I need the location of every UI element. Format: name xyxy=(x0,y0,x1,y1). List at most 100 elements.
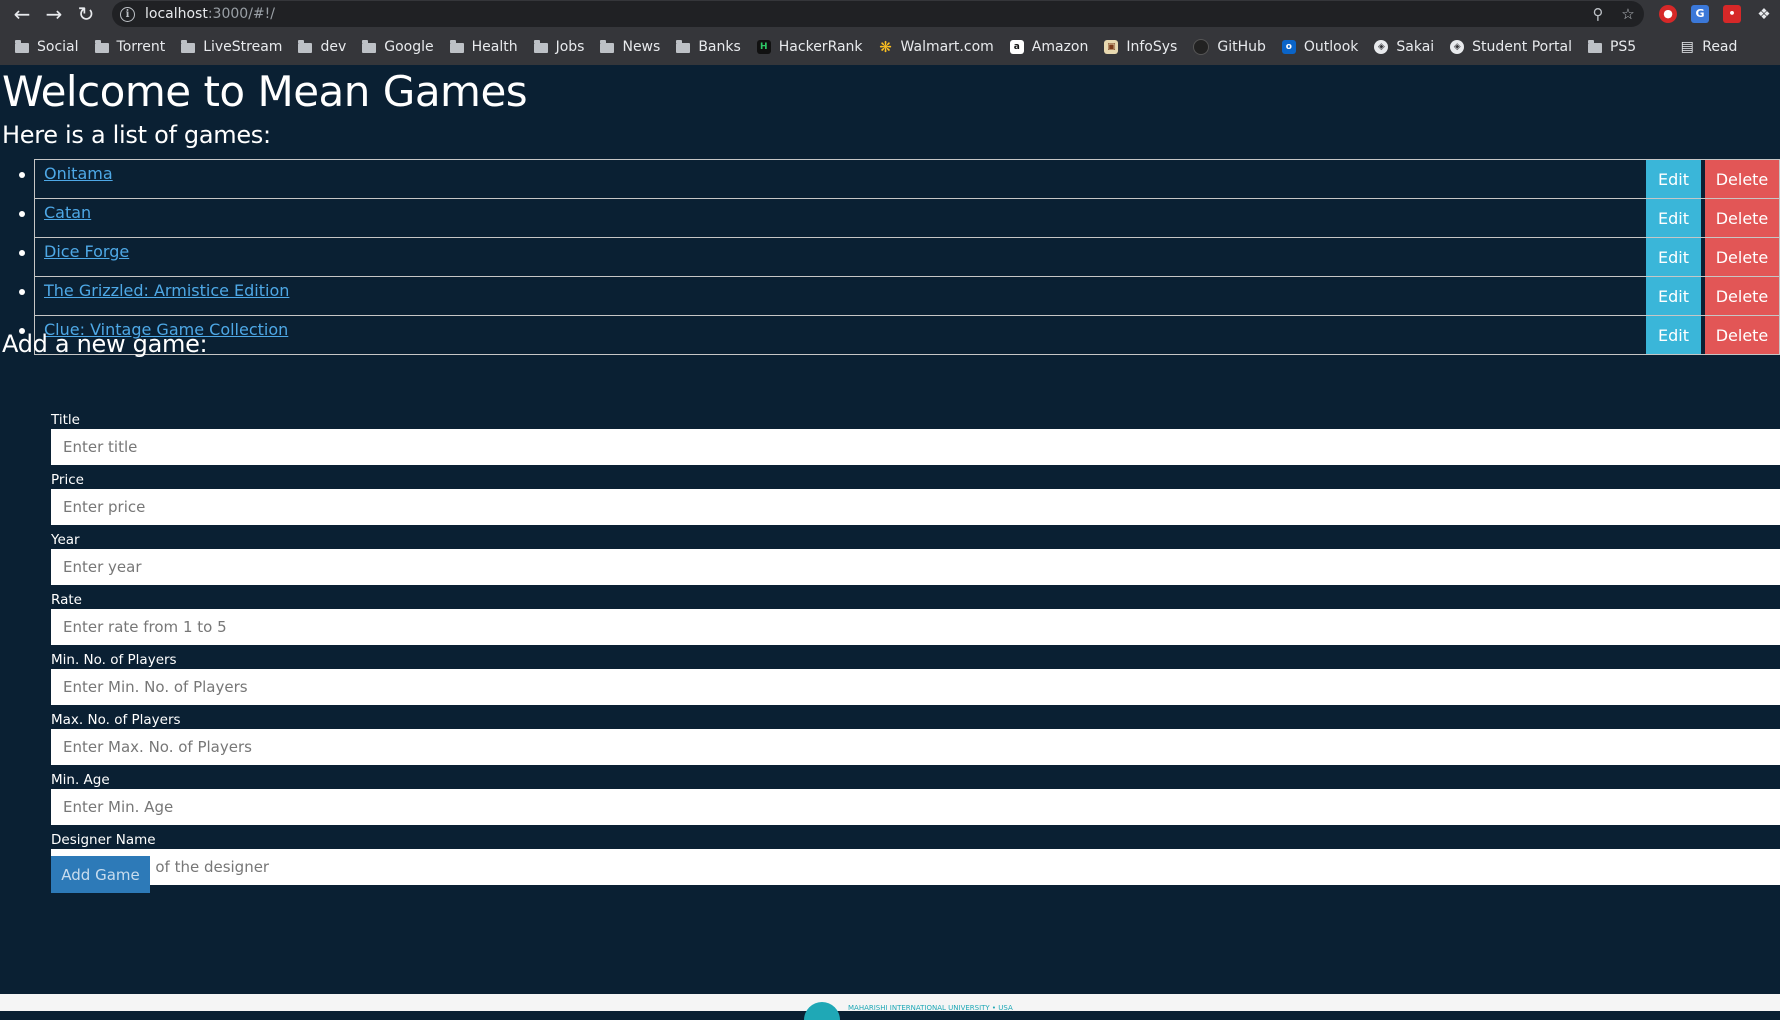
add-game-button[interactable]: Add Game xyxy=(51,856,150,893)
url-text[interactable]: localhost:3000/#!/ xyxy=(145,6,275,22)
rate-input[interactable] xyxy=(51,609,1780,645)
games-list-heading: Here is a list of games: xyxy=(2,121,271,149)
university-logo-icon xyxy=(804,1002,840,1020)
bookmark-torrent[interactable]: Torrent xyxy=(94,39,165,55)
bookmark-label: News xyxy=(622,38,661,55)
reading-list-icon: ▤ xyxy=(1680,38,1694,55)
field-label: Year xyxy=(51,532,80,548)
url-path: :3000/#!/ xyxy=(207,6,275,22)
bullet xyxy=(19,211,25,217)
bookmark-label: Amazon xyxy=(1031,38,1089,55)
delete-button[interactable]: Delete xyxy=(1705,277,1779,315)
zoom-icon[interactable]: ⚲ xyxy=(1588,4,1608,24)
add-game-heading: Add a new game: xyxy=(2,330,208,358)
folder-icon xyxy=(362,39,377,53)
bookmarks-bar: Social Torrent LiveStream dev Google Hea… xyxy=(0,28,1780,65)
bookmark-banks[interactable]: Banks xyxy=(676,38,741,55)
edit-button[interactable]: Edit xyxy=(1646,316,1701,354)
folder-icon xyxy=(181,39,196,53)
bookmark-livestream[interactable]: LiveStream xyxy=(181,39,282,55)
bookmark-label: PS5 xyxy=(1609,38,1637,55)
bookmark-google[interactable]: Google xyxy=(362,39,434,55)
extensions-area: ● G • ❖ xyxy=(1652,0,1780,28)
bookmark-dev[interactable]: dev xyxy=(298,39,346,55)
bookmark-student-portal[interactable]: ◈ Student Portal xyxy=(1450,39,1572,55)
bookmark-social[interactable]: Social xyxy=(15,39,79,55)
field-label: Min. Age xyxy=(51,772,110,788)
delete-button[interactable]: Delete xyxy=(1705,199,1779,237)
bookmark-health[interactable]: Health xyxy=(449,38,518,55)
bookmark-label: LiveStream xyxy=(203,38,283,55)
bullet xyxy=(19,289,25,295)
delete-button[interactable]: Delete xyxy=(1705,238,1779,276)
folder-icon xyxy=(676,39,691,53)
bullet xyxy=(19,172,25,178)
min-players-field: Min. No. of Players xyxy=(51,652,1780,712)
folder-icon xyxy=(600,39,615,53)
game-item: Onitama Edit Delete xyxy=(19,159,1780,198)
price-field: Price xyxy=(51,472,1780,532)
designer-name-input[interactable] xyxy=(51,849,1780,885)
site-info-icon[interactable]: i xyxy=(120,6,135,22)
bookmark-jobs[interactable]: Jobs xyxy=(533,39,584,55)
folder-icon xyxy=(1587,39,1602,53)
rate-field: Rate xyxy=(51,592,1780,652)
field-label: Min. No. of Players xyxy=(51,652,177,668)
github-icon xyxy=(1193,38,1210,55)
edit-button[interactable]: Edit xyxy=(1646,277,1701,315)
bookmark-label: Outlook xyxy=(1303,38,1359,55)
bookmark-label: InfoSys xyxy=(1126,38,1178,55)
bookmark-hackerrank[interactable]: H HackerRank xyxy=(756,39,863,55)
address-bar[interactable]: i localhost:3000/#!/ ⚲ ☆ xyxy=(112,1,1644,27)
bookmark-label: Banks xyxy=(698,38,741,55)
year-input[interactable] xyxy=(51,549,1780,585)
bookmark-sakai[interactable]: ◈ Sakai xyxy=(1374,39,1434,55)
adblock-extension-icon[interactable]: ● xyxy=(1659,5,1677,23)
page-content: Welcome to Mean Games Here is a list of … xyxy=(0,65,1780,995)
bookmark-infosys[interactable]: ▣ InfoSys xyxy=(1104,39,1177,55)
bookmark-walmart[interactable]: ❋ Walmart.com xyxy=(879,39,994,55)
extensions-puzzle-icon[interactable]: ❖ xyxy=(1755,5,1773,23)
bookmark-ps5[interactable]: PS5 xyxy=(1587,38,1637,55)
bookmark-label: dev xyxy=(320,38,347,55)
game-link[interactable]: The Grizzled: Armistice Edition xyxy=(44,281,289,300)
bullet xyxy=(19,250,25,256)
edit-button[interactable]: Edit xyxy=(1646,160,1701,198)
amazon-icon: a xyxy=(1009,39,1024,54)
bookmark-outlook[interactable]: o Outlook xyxy=(1281,38,1359,55)
folder-icon xyxy=(449,39,464,53)
min-age-input[interactable] xyxy=(51,789,1780,825)
game-link[interactable]: Catan xyxy=(44,203,91,222)
extension-icon[interactable]: • xyxy=(1723,5,1741,23)
title-input[interactable] xyxy=(51,429,1780,465)
price-input[interactable] xyxy=(51,489,1780,525)
bookmark-label: Health xyxy=(471,38,518,55)
game-link[interactable]: Onitama xyxy=(44,164,113,183)
back-icon[interactable]: ← xyxy=(6,0,38,28)
forward-icon[interactable]: → xyxy=(38,0,70,28)
bookmark-star-icon[interactable]: ☆ xyxy=(1618,4,1638,24)
bookmark-label: Walmart.com xyxy=(900,38,994,55)
translate-extension-icon[interactable]: G xyxy=(1691,5,1709,23)
bookmark-amazon[interactable]: a Amazon xyxy=(1009,38,1089,55)
edit-button[interactable]: Edit xyxy=(1646,238,1701,276)
year-field: Year xyxy=(51,532,1780,592)
edit-button[interactable]: Edit xyxy=(1646,199,1701,237)
max-players-field: Max. No. of Players xyxy=(51,712,1780,772)
browser-toolbar: ← → ↻ i localhost:3000/#!/ ⚲ ☆ ● G • ❖ xyxy=(0,0,1780,28)
max-players-input[interactable] xyxy=(51,729,1780,765)
game-item: Catan Edit Delete xyxy=(19,198,1780,237)
hackerrank-icon: H xyxy=(756,39,771,54)
reading-list[interactable]: ▤ Read xyxy=(1680,38,1738,55)
folder-icon xyxy=(533,39,548,53)
game-link[interactable]: Dice Forge xyxy=(44,242,129,261)
reload-icon[interactable]: ↻ xyxy=(70,0,102,28)
field-label: Title xyxy=(51,412,80,428)
delete-button[interactable]: Delete xyxy=(1705,316,1779,354)
bookmark-news[interactable]: News xyxy=(600,39,660,55)
bookmark-github[interactable]: GitHub xyxy=(1193,38,1266,55)
footer: MAHARISHI INTERNATIONAL UNIVERSITY • USA xyxy=(0,994,1780,1020)
globe-icon: ◈ xyxy=(1450,39,1465,54)
min-players-input[interactable] xyxy=(51,669,1780,705)
delete-button[interactable]: Delete xyxy=(1705,160,1779,198)
